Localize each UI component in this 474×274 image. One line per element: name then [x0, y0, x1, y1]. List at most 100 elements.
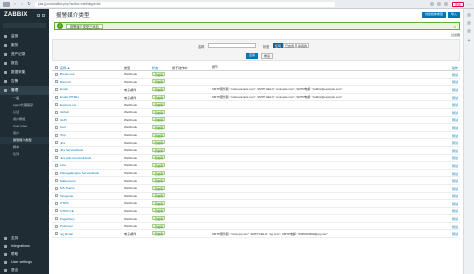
status-badge[interactable]: 已启用 — [152, 178, 166, 183]
submenu-proxies[interactable]: agent代理程序 — [0, 102, 49, 109]
sidebar-item-reports[interactable]: 报告 — [0, 59, 49, 68]
row-checkbox[interactable] — [54, 80, 58, 84]
sidebar-item-data-collection[interactable]: 数据采集 — [0, 68, 49, 77]
media-type-name-link[interactable]: OTRS — [60, 201, 124, 205]
test-link[interactable]: 测试 — [440, 163, 460, 168]
media-type-name-link[interactable]: iLert — [60, 125, 124, 129]
row-checkbox[interactable] — [54, 141, 58, 145]
back-icon[interactable]: ‹ — [13, 2, 17, 6]
profile-icon[interactable] — [443, 2, 448, 6]
test-link[interactable]: 测试 — [440, 110, 460, 115]
test-link[interactable]: 测试 — [440, 140, 460, 145]
status-badge[interactable]: 已启用 — [152, 124, 166, 130]
status-badge[interactable]: 已启用 — [152, 109, 166, 115]
media-type-name-link[interactable]: Discord — [60, 80, 124, 84]
media-type-name-link[interactable]: Jira with CustomFields — [60, 156, 124, 160]
status-badge[interactable]: 已启用 — [152, 170, 166, 176]
media-type-name-link[interactable]: Brevis.one — [60, 72, 124, 76]
forward-icon[interactable]: › — [20, 2, 24, 6]
sidebar-item-monitoring[interactable]: 监测 — [0, 32, 49, 41]
media-type-name-link[interactable]: OTRS CE — [60, 209, 124, 213]
reload-icon[interactable]: ↻ — [27, 2, 31, 6]
bookmark-icon[interactable] — [467, 21, 471, 25]
submenu-authentication[interactable]: 认证 — [0, 109, 49, 116]
media-type-name-link[interactable]: Github — [60, 110, 124, 114]
test-link[interactable]: 测试 — [440, 231, 460, 236]
test-link[interactable]: 测试 — [440, 155, 460, 160]
test-link[interactable]: 测试 — [440, 95, 460, 100]
status-badge[interactable]: 已启用 — [152, 79, 166, 84]
status-badge[interactable]: 已启用 — [152, 140, 166, 145]
status-any-option[interactable]: 任何 — [273, 43, 283, 48]
row-checkbox[interactable] — [54, 110, 58, 114]
row-checkbox[interactable] — [54, 125, 58, 129]
media-type-name-link[interactable]: Line — [60, 163, 124, 167]
reset-button[interactable]: 重设 — [261, 53, 273, 59]
column-header-name[interactable]: 名称 ▲ — [60, 65, 124, 70]
column-header-type[interactable]: 类型 — [124, 65, 152, 70]
extensions-icon[interactable] — [436, 2, 441, 6]
more-icon[interactable]: ⋯ — [467, 2, 471, 7]
test-link[interactable]: 测试 — [440, 148, 460, 153]
filter-name-input[interactable] — [208, 43, 256, 48]
sidebar-item-signout[interactable]: 退出 — [0, 266, 49, 274]
test-link[interactable]: 测试 — [440, 72, 460, 77]
sidebar-item-integrations[interactable]: Integrations — [0, 242, 49, 250]
close-icon[interactable]: × — [454, 24, 456, 29]
search-icon[interactable] — [467, 13, 471, 17]
row-checkbox[interactable] — [54, 217, 58, 221]
create-media-type-button[interactable]: 创建媒体类型 — [421, 12, 446, 18]
status-badge[interactable]: 已启用 — [152, 102, 166, 107]
submenu-users[interactable]: 用户 — [0, 130, 49, 137]
sidebar-search-input[interactable] — [3, 23, 46, 28]
kiosk-icon[interactable] — [37, 13, 40, 17]
row-checkbox[interactable] — [54, 95, 58, 99]
media-type-name-link[interactable]: Email — [60, 87, 124, 91]
test-link[interactable]: 测试 — [440, 216, 460, 221]
status-disabled-option[interactable]: 停用的 — [296, 43, 309, 48]
test-link[interactable]: 测试 — [440, 117, 460, 122]
row-checkbox[interactable] — [54, 224, 58, 228]
row-checkbox[interactable] — [54, 118, 58, 122]
sidebar-item-user-settings[interactable]: User settings — [0, 258, 49, 266]
row-checkbox[interactable] — [54, 103, 58, 107]
apply-button[interactable]: 应用 — [246, 53, 258, 59]
sidebar-item-services[interactable]: 服务 — [0, 41, 49, 50]
sidebar-item-help[interactable]: 帮助 — [0, 250, 49, 258]
add-icon[interactable]: + — [467, 39, 472, 44]
row-checkbox[interactable] — [54, 201, 58, 205]
update-badge[interactable]: 更新 — [451, 1, 464, 7]
status-badge[interactable]: 已启用 — [152, 208, 166, 213]
status-badge[interactable]: 已启用 — [152, 86, 166, 92]
address-bar[interactable]: pba.jj.com/zabbix.php?action=mediatype.l… — [35, 1, 335, 7]
sidebar-item-administration[interactable]: 管理 — [0, 86, 49, 95]
test-link[interactable]: 测试 — [440, 201, 460, 206]
submenu-scripts[interactable]: 脚本 — [0, 144, 49, 151]
test-link[interactable]: 测试 — [440, 178, 460, 183]
sidebar-item-support[interactable]: 支持 — [0, 234, 49, 242]
submenu-general[interactable]: 一般 — [0, 95, 49, 102]
status-badge[interactable]: 已启用 — [152, 94, 166, 100]
status-badge[interactable]: 已启用 — [152, 200, 166, 206]
test-link[interactable]: 测试 — [440, 171, 460, 176]
media-type-name-link[interactable]: PagerDuty — [60, 217, 124, 221]
status-badge[interactable]: 已启用 — [152, 155, 166, 160]
row-checkbox[interactable] — [54, 156, 58, 160]
collapse-icon[interactable] — [42, 13, 45, 17]
submenu-media-types[interactable]: 报警媒介类型 — [0, 137, 49, 144]
row-checkbox[interactable] — [54, 133, 58, 137]
row-checkbox[interactable] — [54, 179, 58, 183]
status-badge[interactable]: 已启用 — [152, 71, 166, 77]
status-badge[interactable]: 已启用 — [152, 231, 166, 236]
row-checkbox[interactable] — [54, 87, 58, 91]
select-all-checkbox[interactable] — [54, 65, 58, 69]
status-enabled-option[interactable]: 已启用 — [283, 43, 296, 48]
media-type-name-link[interactable]: Express.ms — [60, 103, 124, 107]
tab-icon[interactable] — [3, 1, 10, 7]
submenu-queue[interactable]: 队列 — [0, 151, 49, 158]
media-type-name-link[interactable]: Jira ServiceDesk — [60, 148, 124, 152]
test-link[interactable]: 测试 — [440, 102, 460, 107]
sidebar-item-inventory[interactable]: 资产记录 — [0, 50, 49, 59]
media-type-name-link[interactable]: Email (HTML) — [60, 95, 124, 99]
star-icon[interactable] — [429, 2, 434, 6]
